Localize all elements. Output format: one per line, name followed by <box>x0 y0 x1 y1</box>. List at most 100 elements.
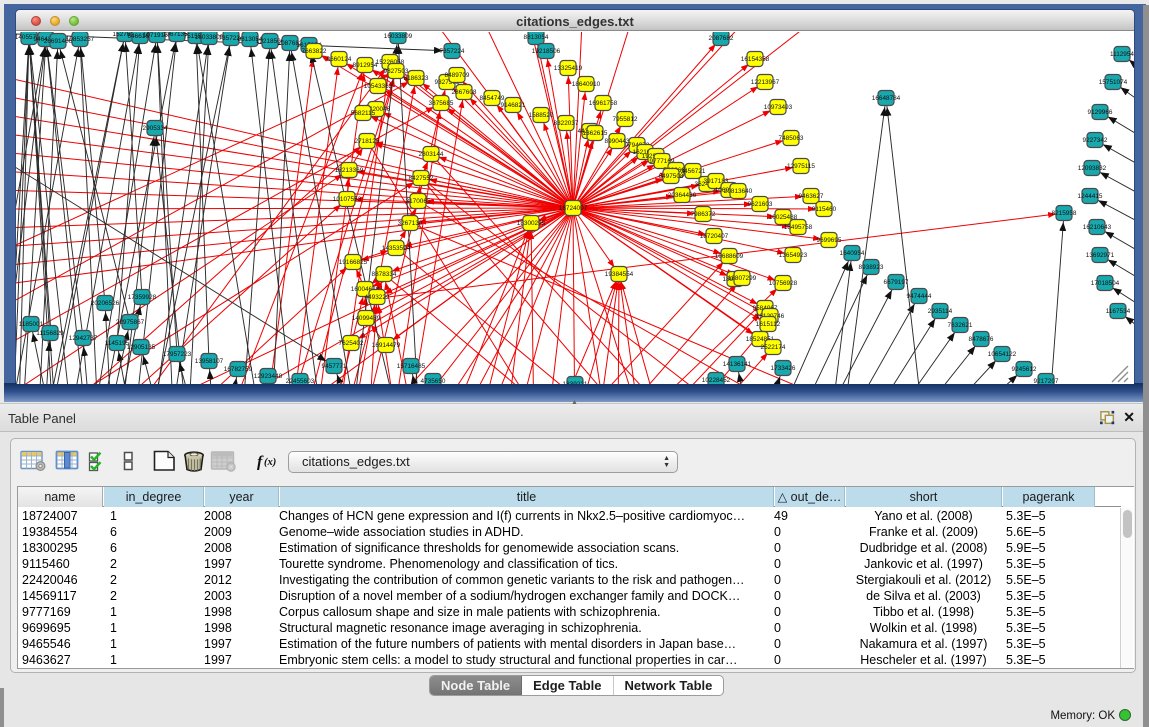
svg-text:3456721: 3456721 <box>681 168 706 175</box>
svg-text:14136141: 14136141 <box>723 361 752 368</box>
svg-text:8186323: 8186323 <box>404 75 429 82</box>
svg-text:1839221: 1839221 <box>563 381 588 384</box>
svg-text:8878334: 8878334 <box>372 271 397 278</box>
svg-text:7485063: 7485063 <box>779 135 804 142</box>
svg-text:3267130: 3267130 <box>398 220 423 227</box>
svg-text:12923448: 12923448 <box>254 373 283 380</box>
svg-text:2718126: 2718126 <box>355 138 380 145</box>
svg-text:9129966: 9129966 <box>1088 109 1113 116</box>
svg-text:17359928: 17359928 <box>128 294 157 301</box>
svg-text:15720407: 15720407 <box>700 233 729 240</box>
svg-text:1185001: 1185001 <box>19 321 44 328</box>
svg-text:15751074: 15751074 <box>1099 79 1128 86</box>
svg-text:10853257: 10853257 <box>66 36 95 43</box>
svg-text:1733426: 1733426 <box>771 365 796 372</box>
svg-text:16154358: 16154358 <box>741 56 770 63</box>
svg-text:8427552: 8427552 <box>409 175 434 182</box>
svg-text:9146821: 9146821 <box>501 102 526 109</box>
svg-text:12975115: 12975115 <box>787 163 815 170</box>
svg-text:22975867: 22975867 <box>116 319 145 326</box>
svg-text:8912954: 8912954 <box>353 62 378 69</box>
svg-text:10756928: 10756928 <box>769 280 798 287</box>
svg-text:13692971: 13692971 <box>1086 252 1115 259</box>
svg-text:19218506: 19218506 <box>532 48 561 55</box>
svg-text:1167534: 1167534 <box>1106 308 1131 315</box>
svg-text:16033809: 16033809 <box>384 33 413 40</box>
svg-text:1112954: 1112954 <box>1110 51 1134 58</box>
svg-text:6679197: 6679197 <box>884 279 909 286</box>
svg-text:9827503: 9827503 <box>384 68 409 75</box>
svg-text:9699695: 9699695 <box>817 237 842 244</box>
svg-text:7625402: 7625402 <box>339 340 364 347</box>
svg-text:9227342: 9227342 <box>1083 137 1108 144</box>
svg-text:1244415: 1244415 <box>1078 193 1103 200</box>
svg-text:9457771: 9457771 <box>322 363 347 370</box>
svg-text:18495758: 18495758 <box>784 224 813 231</box>
svg-text:10654122: 10654122 <box>988 351 1017 358</box>
svg-text:9621603: 9621603 <box>748 201 773 208</box>
svg-text:10688609: 10688609 <box>715 253 744 260</box>
svg-text:20206526: 20206526 <box>91 300 120 307</box>
svg-text:(x): (x) <box>264 457 276 468</box>
svg-text:20364436: 20364436 <box>668 192 697 199</box>
svg-text:1362615: 1362615 <box>583 130 608 137</box>
svg-text:5682115: 5682115 <box>351 110 376 117</box>
svg-text:3875685: 3875685 <box>429 100 454 107</box>
svg-text:16914479: 16914479 <box>372 342 401 349</box>
svg-text:20813640: 20813640 <box>724 188 753 195</box>
svg-text:14353594: 14353594 <box>382 245 411 252</box>
svg-text:9463627: 9463627 <box>799 193 824 200</box>
svg-text:11156829: 11156829 <box>36 330 64 337</box>
svg-text:1615112: 1615112 <box>756 321 781 328</box>
svg-text:7955812: 7955812 <box>613 116 638 123</box>
svg-text:8813054: 8813054 <box>524 34 549 41</box>
svg-text:12942737: 12942737 <box>69 335 98 342</box>
svg-text:10543362: 10543362 <box>364 83 393 90</box>
svg-text:1640954: 1640954 <box>840 250 865 257</box>
svg-text:7986372: 7986372 <box>691 211 716 218</box>
svg-text:16210643: 16210643 <box>1083 224 1112 231</box>
svg-text:13654923: 13654923 <box>779 252 808 259</box>
svg-text:4735650: 4735650 <box>421 378 446 384</box>
svg-text:1588520: 1588520 <box>529 112 554 119</box>
svg-text:22455603: 22455603 <box>286 378 315 384</box>
svg-text:13325419: 13325419 <box>554 65 583 72</box>
svg-text:9115460: 9115460 <box>812 206 837 213</box>
svg-text:4493222: 4493222 <box>365 294 390 301</box>
svg-text:2867608: 2867608 <box>452 89 477 96</box>
svg-text:18640910: 18640910 <box>572 81 601 88</box>
svg-text:8322037: 8322037 <box>554 120 579 127</box>
svg-text:9217207: 9217207 <box>1034 378 1059 384</box>
svg-text:2935114: 2935114 <box>928 308 953 315</box>
svg-text:8489709: 8489709 <box>445 72 470 79</box>
svg-text:2087682: 2087682 <box>709 35 734 42</box>
svg-text:10107553: 10107553 <box>333 196 362 203</box>
svg-text:16961758: 16961758 <box>589 100 618 107</box>
svg-text:2522174: 2522174 <box>761 344 786 351</box>
svg-text:7663822: 7663822 <box>302 48 327 55</box>
svg-text:f: f <box>257 454 264 471</box>
svg-text:8660124: 8660124 <box>327 56 352 63</box>
svg-text:16782759: 16782759 <box>224 366 253 373</box>
svg-text:7632621: 7632621 <box>948 322 973 329</box>
svg-text:8454749: 8454749 <box>480 95 505 102</box>
svg-text:16648784: 16648784 <box>872 95 901 102</box>
svg-text:12905135: 12905135 <box>127 344 156 351</box>
svg-text:13958107: 13958107 <box>195 358 224 365</box>
svg-text:19384554: 19384554 <box>605 271 634 278</box>
svg-text:8215958: 8215958 <box>1052 210 1077 217</box>
svg-text:18807299: 18807299 <box>728 275 757 282</box>
svg-text:9474444: 9474444 <box>907 293 932 300</box>
svg-text:12213967: 12213967 <box>751 79 780 86</box>
svg-text:3170065: 3170065 <box>406 198 431 205</box>
svg-text:14099489: 14099489 <box>352 315 381 322</box>
svg-text:19166825: 19166825 <box>339 259 368 266</box>
svg-text:17018504: 17018504 <box>1091 280 1120 287</box>
svg-text:18300295: 18300295 <box>517 220 546 227</box>
svg-text:10973493: 10973493 <box>764 104 793 111</box>
svg-text:8478676: 8478676 <box>969 336 994 343</box>
svg-text:2905334: 2905334 <box>143 125 168 132</box>
svg-text:8938923: 8938923 <box>859 264 884 271</box>
svg-text:10228452: 10228452 <box>702 377 731 384</box>
svg-text:9245612: 9245612 <box>1012 366 1037 373</box>
